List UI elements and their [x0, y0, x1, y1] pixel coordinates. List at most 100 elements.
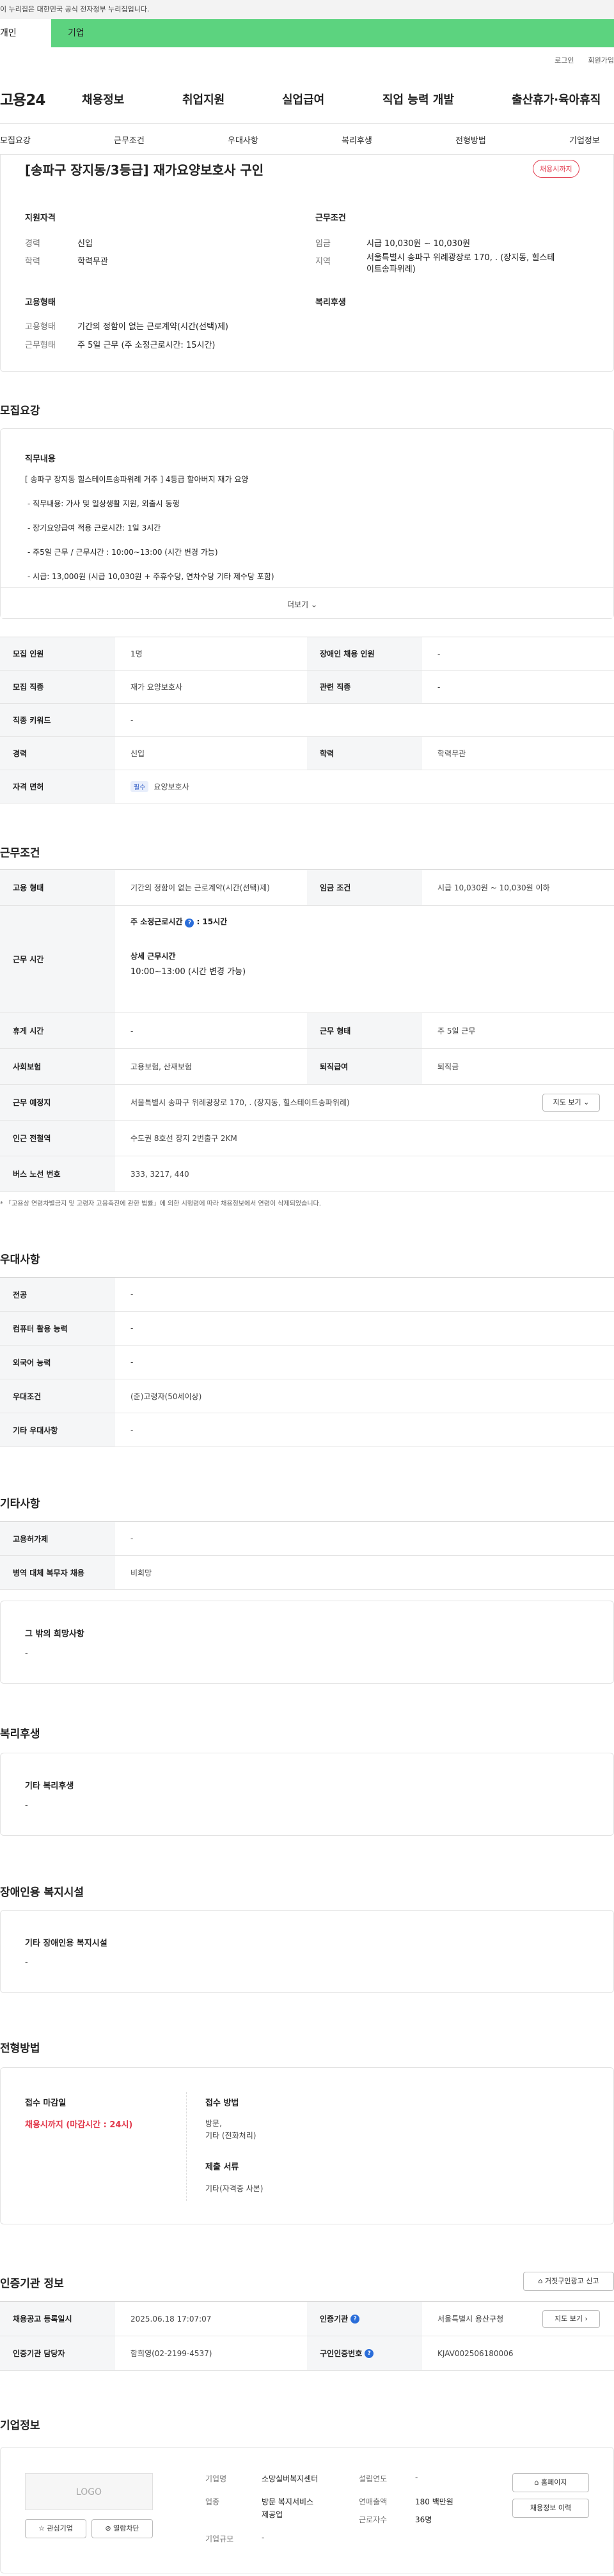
login-link[interactable]: 로그인 [555, 55, 574, 65]
preferences-heading: 우대사항 [0, 1253, 40, 1266]
report-button[interactable]: ⌂ 거짓구인광고 신고 [523, 2272, 614, 2291]
site-logo[interactable]: 고용24 [0, 88, 70, 109]
interest-button[interactable]: ☆ 관심기업 [25, 2519, 86, 2538]
lnb-process[interactable]: 전형방법 [455, 134, 486, 146]
table-row: 고용허가제 - [0, 1522, 614, 1556]
table-row: 인증기관 담당자 함희영(02-2199-4537) 구인인증번호? KJAV0… [0, 2336, 614, 2371]
divider [186, 2092, 187, 2201]
chevron-down-icon: ⌄ [583, 1098, 590, 1106]
tab-personal[interactable]: 개인 [0, 19, 51, 47]
th-disabled-hire: 장애인 채용 인원 [307, 637, 422, 670]
lnb-conditions[interactable]: 근무조건 [114, 134, 145, 146]
td-disabled-hire: - [437, 649, 441, 658]
age-notice: * 「고용상 연령차별금지 및 고령자 고용촉진에 관한 법률」에 의한 시행령… [0, 1200, 321, 1207]
sales-value: 180 백만원 [415, 2497, 453, 2506]
th-education: 학력 [307, 737, 422, 770]
th-career: 경력 [0, 737, 115, 770]
welfare-section-heading: 복리후생 [0, 1728, 40, 1741]
report-button-label: 거짓구인광고 신고 [545, 2277, 599, 2285]
gov-banner: 이 누리집은 대한민국 공식 전자정부 누리집입니다. [0, 0, 614, 19]
founded-value: - [415, 2473, 418, 2482]
th-insurance: 사회보험 [0, 1049, 115, 1084]
th-workplace: 근무 예정지 [0, 1085, 115, 1120]
weekly-hours: 주 소정근로시간?: 15시간 [130, 916, 227, 927]
th-posted-at: 채용공고 등록일시 [0, 2302, 115, 2336]
help-icon[interactable]: ? [350, 2314, 360, 2324]
cert-table: 채용공고 등록일시 2025.06.18 17:07:07 인증기관? 서울특별… [0, 2301, 614, 2371]
td-cert-org: 서울특별시 용산구청 [437, 2315, 504, 2324]
table-row: 모집 인원 1명 장애인 채용 인원 - [0, 637, 614, 671]
th-computer: 컴퓨터 활용 능력 [0, 1312, 115, 1345]
td-headcount: 1명 [130, 649, 143, 658]
map-button[interactable]: 지도 보기 ⌄ [542, 1094, 600, 1112]
th-cert-number: 구인인증번호? [307, 2336, 422, 2370]
etc-table: 고용허가제 - 병역 대체 복무자 채용 비희망 [0, 1521, 614, 1590]
cert-map-button[interactable]: 지도 보기 › [542, 2310, 600, 2328]
th-pref-etc: 기타 우대사항 [0, 1413, 115, 1447]
work-type-label: 근무형태 [25, 341, 56, 350]
td-break: - [130, 1026, 134, 1036]
td-language: - [130, 1358, 134, 1367]
industry-value-line1: 방문 복지서비스 [262, 2497, 314, 2506]
td-insurance: 고용보험, 산재보험 [130, 1062, 192, 1071]
lnb-recruit[interactable]: 모집요강 [0, 134, 31, 146]
td-pref-etc: - [130, 1425, 134, 1434]
td-license: 필수 요양보호사 [115, 770, 189, 803]
td-military: 비희망 [130, 1568, 152, 1578]
section-nav: 모집요강 근무조건 우대사항 복리후생 전형방법 기업정보 [0, 124, 614, 155]
help-icon[interactable]: ? [365, 2348, 374, 2358]
gnb-menu-unemployment[interactable]: 실업급여 [282, 91, 324, 107]
job-description-card: 직무내용 [ 송파구 장지동 힐스테이트송파위례 거주 ] 4등급 할아버지 재… [0, 428, 614, 619]
block-icon: ⊘ [105, 2524, 111, 2533]
detail-hours-value: 10:00~13:00 (시간 변경 가능) [130, 967, 246, 977]
table-row: 휴게 시간 - 근무 형태 주 5일 근무 [0, 1013, 614, 1049]
block-button[interactable]: ⊘ 열람차단 [91, 2519, 153, 2538]
method-label: 접수 방법 [205, 2099, 239, 2108]
welfare-card: 기타 복리후생 - [0, 1753, 614, 1836]
deadline-label: 접수 마감일 [25, 2099, 67, 2108]
tab-company[interactable]: 기업 [51, 19, 84, 47]
summary-card: [송파구 장지동/3등급] 재가요양보호사 구인 채용시까지 지원자격 경력 신… [0, 155, 614, 372]
th-related-job: 관련 직종 [307, 671, 422, 703]
career-value: 신입 [77, 239, 93, 249]
disabled-facility-heading: 장애인용 복지시설 [0, 1886, 84, 1899]
lnb-company[interactable]: 기업정보 [569, 134, 600, 146]
th-retirement: 퇴직급여 [307, 1049, 422, 1084]
th-work-permit: 고용허가제 [0, 1522, 115, 1555]
preferences-table: 전공 - 컴퓨터 활용 능력 - 외국어 능력 - 우대조건 (준)고령자(50… [0, 1277, 614, 1447]
homepage-button[interactable]: ⌂ 홈페이지 [512, 2473, 589, 2492]
global-nav: 고용24 채용정보 취업지원 실업급여 직업 능력 개발 출산휴가·육아휴직 [0, 73, 614, 124]
table-row: 고용 형태 기간의 정함이 없는 근로계약(시간(선택)제) 임금 조건 시급 … [0, 870, 614, 906]
deadline-badge: 채용시까지 [533, 160, 579, 178]
utility-links: 로그인 회원가입 [0, 47, 614, 73]
job-desc-line: - 주5일 근무 / 근무시간 : 10:00~13:00 (시간 변경 가능) [28, 548, 218, 557]
detail-hours-label: 상세 근무시간 [130, 952, 176, 961]
th-employment: 고용 형태 [0, 870, 115, 905]
emp-type-label: 고용형태 [25, 322, 56, 332]
job-desc-heading: 직무내용 [25, 454, 56, 464]
table-row: 우대조건 (준)고령자(50세이상) [0, 1379, 614, 1413]
table-row: 버스 노선 번호 333, 3217, 440 [0, 1156, 614, 1192]
gnb-menu-employment-support[interactable]: 취업지원 [182, 91, 224, 107]
gnb-menu-parental-leave[interactable]: 출산휴가·육아휴직 [512, 91, 601, 107]
gnb-menu-training[interactable]: 직업 능력 개발 [382, 91, 454, 107]
td-wage: 시급 10,030원 ~ 10,030원 이하 [437, 883, 550, 892]
table-row: 경력 신입 학력 학력무관 [0, 737, 614, 770]
more-label: 더보기 [287, 600, 309, 609]
more-button[interactable]: 더보기 ⌄ [287, 599, 317, 610]
wish-value: - [25, 1649, 28, 1658]
signup-link[interactable]: 회원가입 [588, 55, 614, 65]
lnb-preferences[interactable]: 우대사항 [228, 134, 258, 146]
th-bus: 버스 노선 번호 [0, 1156, 115, 1191]
th-headcount: 모집 인원 [0, 637, 115, 670]
emp-type-value: 기간의 정함이 없는 근로계약(시간(선택)제) [77, 322, 229, 332]
job-history-button[interactable]: 채용정보 이력 [512, 2499, 589, 2518]
recruit-table: 모집 인원 1명 장애인 채용 인원 - 모집 직종 재가 요양보호사 관련 직… [0, 637, 614, 803]
td-bus: 333, 3217, 440 [130, 1169, 189, 1179]
help-icon[interactable]: ? [185, 919, 194, 927]
table-row: 사회보험 고용보험, 산재보험 퇴직급여 퇴직금 [0, 1049, 614, 1085]
recruit-heading: 모집요강 [0, 405, 40, 417]
gnb-menu-jobs[interactable]: 채용정보 [82, 91, 124, 107]
lnb-welfare[interactable]: 복리후생 [342, 134, 372, 146]
td-work-form: 주 5일 근무 [437, 1027, 476, 1036]
